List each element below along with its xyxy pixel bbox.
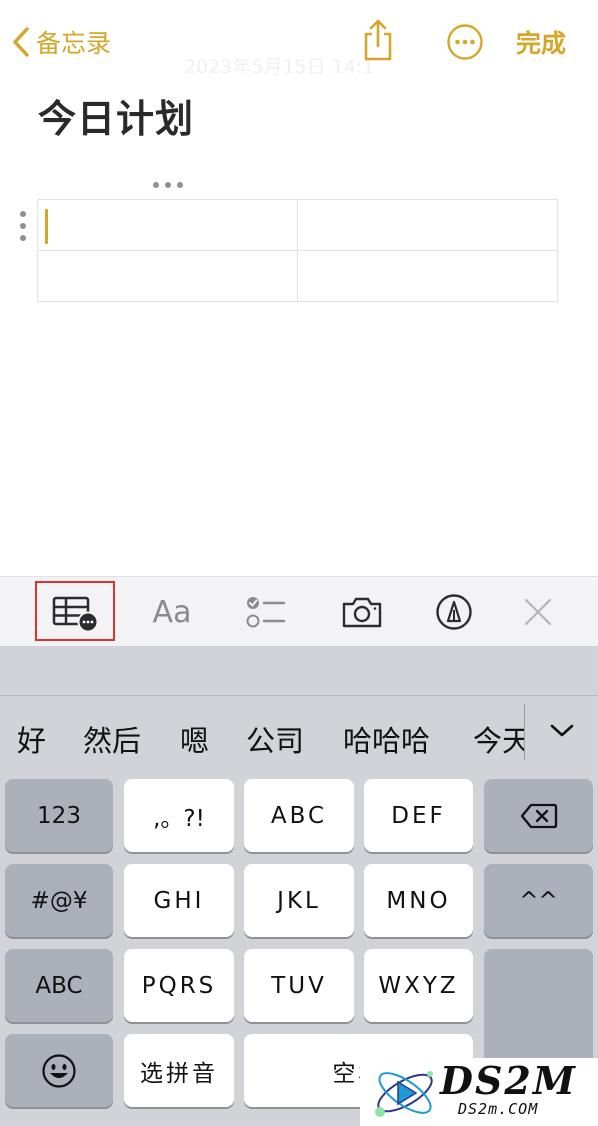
- delete-key[interactable]: [484, 779, 593, 852]
- key-abc[interactable]: ABC: [244, 779, 354, 852]
- note-table: [37, 199, 558, 302]
- keyboard: 好 然后 嗯 公司 哈哈哈 今天 123 ,。?! ABC DEF #@¥ GH…: [0, 646, 598, 1126]
- table-cell[interactable]: [37, 250, 298, 302]
- key-ghi[interactable]: GHI: [124, 864, 234, 937]
- candidate[interactable]: 然后: [83, 718, 141, 760]
- chevron-down-icon: [550, 724, 574, 737]
- key-punctuation[interactable]: ,。?!: [124, 779, 234, 852]
- watermark-brand: DS2M: [440, 1058, 577, 1103]
- key-wxyz[interactable]: WXYZ: [364, 949, 473, 1022]
- key-symbols[interactable]: #@¥: [5, 864, 113, 937]
- candidate[interactable]: 好: [17, 718, 46, 760]
- candidate-bar: 好 然后 嗯 公司 哈哈哈 今天: [0, 696, 598, 768]
- emoji-icon: [42, 1053, 76, 1088]
- close-icon: [524, 598, 552, 626]
- highlight-box: [35, 581, 115, 641]
- checklist-icon: [246, 597, 286, 628]
- chevron-left-icon: [13, 27, 29, 57]
- text-cursor: [45, 209, 48, 244]
- table-cell[interactable]: [37, 199, 298, 251]
- back-button[interactable]: 备忘录: [10, 24, 111, 60]
- close-toolbar-button[interactable]: [508, 577, 568, 647]
- candidate-divider: [524, 704, 525, 760]
- share-icon: [364, 19, 392, 61]
- watermark: DS2M DS2m.COM: [360, 1058, 598, 1126]
- done-button[interactable]: 完成: [516, 24, 566, 60]
- column-handle[interactable]: [150, 178, 186, 192]
- candidate[interactable]: 哈哈哈: [343, 718, 430, 760]
- key-mno[interactable]: MNO: [364, 864, 473, 937]
- emoji-key[interactable]: [5, 1034, 113, 1107]
- markup-icon: [436, 594, 472, 630]
- pinyin-select-key[interactable]: 选拼音: [124, 1034, 234, 1107]
- table-cell[interactable]: [297, 199, 558, 251]
- backspace-icon: [520, 803, 557, 828]
- camera-button[interactable]: [332, 577, 392, 647]
- camera-icon: [342, 597, 382, 628]
- more-icon: [447, 24, 483, 60]
- markup-button[interactable]: [424, 577, 484, 647]
- key-pqrs[interactable]: PQRS: [124, 949, 234, 1022]
- key-123[interactable]: 123: [5, 779, 113, 852]
- back-label: 备忘录: [36, 29, 112, 58]
- brand-logo-icon: [375, 1071, 433, 1117]
- candidate[interactable]: 公司: [246, 718, 304, 760]
- share-button[interactable]: [360, 18, 396, 62]
- keyboard-top-strip: [0, 646, 598, 696]
- candidate[interactable]: 嗯: [180, 718, 209, 760]
- key-tuv[interactable]: TUV: [244, 949, 354, 1022]
- note-title[interactable]: 今日计划: [38, 88, 194, 143]
- row-handle[interactable]: [16, 208, 30, 244]
- more-button[interactable]: [446, 23, 484, 61]
- format-toolbar: Aa: [0, 576, 598, 646]
- checklist-button[interactable]: [236, 577, 296, 647]
- note-date: 2023年5月15日 14:1: [184, 56, 375, 78]
- key-emoticon[interactable]: ^^: [484, 864, 593, 937]
- key-jkl[interactable]: JKL: [244, 864, 354, 937]
- key-def[interactable]: DEF: [364, 779, 473, 852]
- key-abc-switch[interactable]: ABC: [5, 949, 113, 1022]
- expand-candidates-button[interactable]: [540, 712, 584, 752]
- table-cell[interactable]: [297, 250, 558, 302]
- candidate[interactable]: 今天: [473, 718, 524, 760]
- watermark-domain: DS2m.COM: [458, 1100, 539, 1118]
- text-format-button[interactable]: Aa: [140, 577, 204, 647]
